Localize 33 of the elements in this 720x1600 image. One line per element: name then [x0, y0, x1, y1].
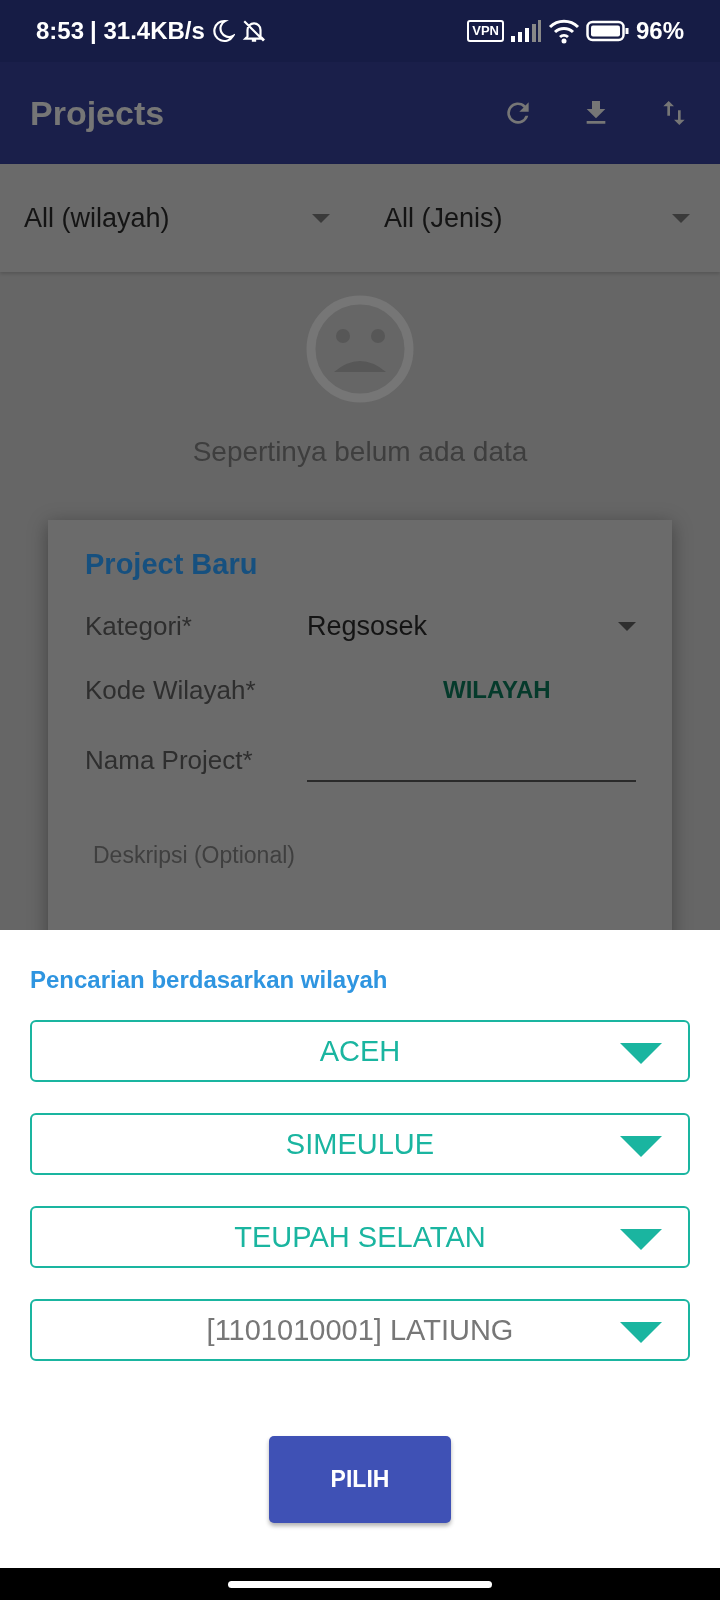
sad-face-icon: [305, 294, 415, 404]
screen-title: Projects: [30, 93, 166, 133]
battery-icon: [585, 20, 630, 42]
network-speed: | 31.4KB/s: [90, 17, 205, 45]
caret-icon: [620, 1043, 662, 1064]
filter-dropdown[interactable]: All (wilayah): [0, 164, 360, 272]
select-button[interactable]: PILIH: [269, 1436, 451, 1523]
filter-dropdown[interactable]: All (Jenis): [360, 164, 720, 272]
field-label: Nama Project*: [85, 744, 254, 776]
moon-icon: [210, 19, 235, 43]
dialog-title: Project Baru: [85, 548, 259, 581]
sheet-title: Pencarian berdasarkan wilayah: [30, 966, 389, 994]
caret-icon: [312, 213, 330, 223]
vpn-badge: VPN: [467, 20, 504, 42]
clock-time: 8:53: [36, 17, 85, 45]
battery-percentage: 96%: [635, 17, 684, 45]
region-dropdown[interactable]: ACEH: [30, 1020, 690, 1082]
region-dropdown[interactable]: [1101010001] LATIUNG: [30, 1299, 690, 1361]
caret-icon: [620, 1322, 662, 1343]
caret-icon: [620, 1229, 662, 1250]
region-dropdown[interactable]: SIMEULUE: [30, 1113, 690, 1175]
wifi-icon: [547, 18, 580, 44]
signal-icon: [509, 20, 542, 42]
caret-icon: [672, 213, 690, 223]
home-indicator[interactable]: [228, 1580, 492, 1588]
caret-icon: [620, 1136, 662, 1157]
field-label: Kode Wilayah*: [85, 674, 257, 706]
bell-off-icon: [240, 18, 267, 44]
category-dropdown[interactable]: Regsosek: [307, 611, 636, 642]
field-label: Kategori*: [85, 611, 193, 642]
region-button[interactable]: WILAYAH: [435, 672, 559, 708]
region-dropdown[interactable]: TEUPAH SELATAN: [30, 1206, 690, 1268]
caret-icon: [618, 622, 636, 631]
